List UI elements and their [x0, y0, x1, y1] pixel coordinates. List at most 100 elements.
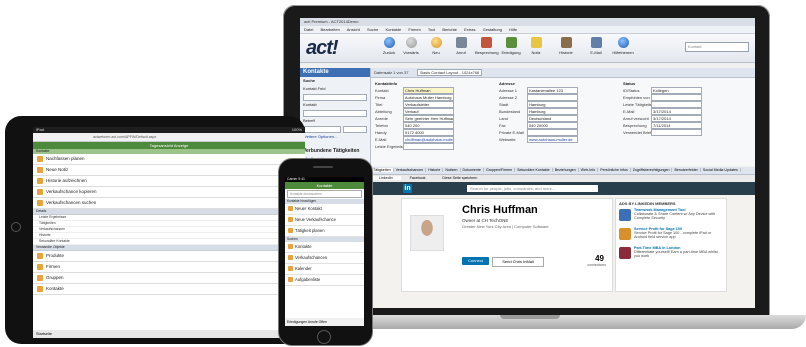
menu-suche[interactable]: Suche: [367, 27, 378, 32]
phone-header: Kontakte: [285, 182, 364, 189]
ad-item[interactable]: Part-Time MBA in London Differentiate you…: [616, 246, 726, 265]
address-column: Adresse Adresse 1 Kastanienallee 123 Adres…: [499, 80, 578, 144]
detail-tab[interactable]: Historie: [426, 168, 444, 172]
menu-hilfe[interactable]: Hilfe: [509, 27, 517, 32]
field-row: Adresse 1 Kastanienallee 123: [499, 87, 578, 95]
list-item[interactable]: Produkte: [33, 251, 305, 262]
tab-facebook[interactable]: Facebook: [402, 176, 434, 180]
save-page-button[interactable]: Diese Seite speichern: [434, 176, 485, 180]
list-item[interactable]: Tätigkeit planen: [285, 226, 364, 237]
item-icon: [37, 274, 43, 281]
tablet-home-button[interactable]: [11, 222, 21, 232]
phone-home-button[interactable]: [317, 330, 331, 344]
detail-tab[interactable]: Sekundäre Kontakte: [515, 168, 553, 172]
item-icon: [288, 206, 293, 212]
profile-name: Chris Huffman: [462, 204, 538, 216]
phone-footer[interactable]: Erledigungen Anrufe Offen: [285, 318, 364, 326]
lookup-search-input[interactable]: Kontakt: [685, 42, 749, 52]
detail-tab[interactable]: Benutzerfelder: [672, 168, 701, 172]
list-item[interactable]: Neue Notiz: [33, 165, 305, 176]
detail-tab[interactable]: Tätigkeiten: [371, 168, 394, 172]
item-icon: [288, 244, 293, 250]
detail-tab[interactable]: Verkaufschancen: [393, 168, 427, 172]
browser-tab-bar: LinkedIn Facebook Diese Seite speichern: [371, 175, 755, 182]
menu-ansicht[interactable]: Ansicht: [347, 27, 360, 32]
field-label: Firma: [375, 95, 386, 100]
list-item-label: Kalender: [295, 266, 312, 271]
ads-title: ADS BY LINKEDIN MEMBERS: [619, 201, 676, 206]
help-button[interactable]: Hilfethemen: [612, 37, 634, 55]
menu-extras[interactable]: Extras: [464, 27, 475, 32]
record-counter: Datensatz 1 von 37: [374, 70, 409, 75]
list-item[interactable]: Verkaufschancen suchen: [33, 198, 305, 209]
detail-tab[interactable]: Web-Info: [578, 168, 599, 172]
send-inmail-button[interactable]: Send Chris InMail: [492, 257, 544, 267]
profile-location: Greater New York City Area | Computer So…: [462, 224, 549, 229]
menu-tool[interactable]: Tool: [428, 27, 435, 32]
linkedin-search-input[interactable]: Search for people, jobs, companies, and …: [467, 185, 598, 192]
item-icon: [37, 263, 43, 270]
more-options-link[interactable]: Weitere Optionen...: [300, 133, 370, 141]
detail-tab[interactable]: Gruppen/Firmen: [483, 168, 516, 172]
list-item[interactable]: Verkaufschancen: [285, 253, 364, 264]
list-item[interactable]: Gruppen: [33, 273, 305, 284]
menu-datei[interactable]: Datei: [304, 27, 313, 32]
list-item[interactable]: Nachfassen planen: [33, 154, 305, 165]
back-button[interactable]: Zurück: [378, 37, 400, 55]
list-item-label: Historie aufzeichnen: [46, 178, 87, 183]
ad-item[interactable]: Service Profit for Sage 100 Service Profi…: [616, 227, 726, 246]
history-button[interactable]: Historie: [555, 37, 577, 55]
detail-tab[interactable]: Beziehungen: [552, 168, 579, 172]
field-value[interactable]: www.autohaus-muller.de: [527, 136, 578, 144]
meeting-button[interactable]: Besprechung: [475, 37, 499, 55]
list-item-label: Produkte: [46, 253, 65, 258]
phone-search-input[interactable]: Kontakte durchsuchen: [287, 190, 362, 198]
layout-select[interactable]: Basis Contact Layout - 1024x768: [417, 69, 483, 76]
new-button[interactable]: Neu: [425, 37, 447, 55]
email-button[interactable]: E-Mail: [585, 37, 607, 55]
menu-bearbeiten[interactable]: Bearbeiten: [320, 27, 339, 32]
field-value[interactable]: [651, 129, 702, 137]
list-item[interactable]: Kalender: [285, 264, 364, 275]
list-item[interactable]: Neue Verkaufschance: [285, 215, 364, 226]
item-icon: [288, 266, 293, 272]
list-item[interactable]: Historie aufzeichnen: [33, 176, 305, 187]
list-item[interactable]: Verkaufschance kopieren: [33, 187, 305, 198]
field-value[interactable]: [403, 143, 454, 151]
item-icon: [37, 252, 43, 259]
detail-tab[interactable]: Zugriffsberechtigungen: [630, 168, 673, 172]
menu-berichte[interactable]: Berichte: [442, 27, 457, 32]
laptop-notch: [500, 315, 560, 319]
tab-linkedin[interactable]: LinkedIn: [371, 176, 401, 180]
call-button[interactable]: Anruf: [450, 37, 472, 55]
detail-tab[interactable]: Persönliche Infos: [598, 168, 631, 172]
search-contact-select[interactable]: [300, 109, 370, 117]
list-item[interactable]: Neuer Kontakt: [285, 204, 364, 215]
field-row: ID/Status Kollegen: [623, 87, 702, 95]
list-item[interactable]: Aufgabenliste: [285, 275, 364, 286]
list-item[interactable]: Firmen: [33, 262, 305, 273]
detail-tab[interactable]: Dokumente: [460, 168, 484, 172]
field-row: Kontakt Chris Huffman: [375, 87, 454, 95]
search-field-select[interactable]: [300, 93, 370, 101]
ad-icon: [619, 247, 631, 259]
note-button[interactable]: Notiz: [525, 37, 547, 55]
connect-button[interactable]: Connect: [462, 257, 489, 265]
detail-tab[interactable]: Notizen: [443, 168, 461, 172]
menu-firmen[interactable]: Firmen: [408, 27, 420, 32]
tablet-bottom-bar[interactable]: Startseite: [33, 330, 305, 338]
tablet-url-bar[interactable]: actwebcrm.act.com/APFW/Default.aspx: [33, 133, 305, 142]
todo-button[interactable]: Erledigung: [500, 37, 522, 55]
field-row: Fax 040 20000: [499, 122, 578, 130]
detail-tab[interactable]: Social Media Updates: [700, 168, 741, 172]
ad-item[interactable]: Teamwork Management Tool Collaborate & Sh…: [616, 208, 726, 227]
forward-icon: [405, 37, 417, 48]
menu-kontakte[interactable]: Kontakte: [385, 27, 401, 32]
list-item[interactable]: Kontakte: [285, 242, 364, 253]
note-icon: [530, 37, 542, 48]
list-item[interactable]: Kontakte: [33, 284, 305, 295]
menu-gestaltung[interactable]: Gestaltung: [483, 27, 502, 32]
linkedin-logo[interactable]: in: [403, 184, 412, 193]
search-subject-input[interactable]: [300, 125, 370, 133]
forward-button[interactable]: Vorwärts: [400, 37, 422, 55]
